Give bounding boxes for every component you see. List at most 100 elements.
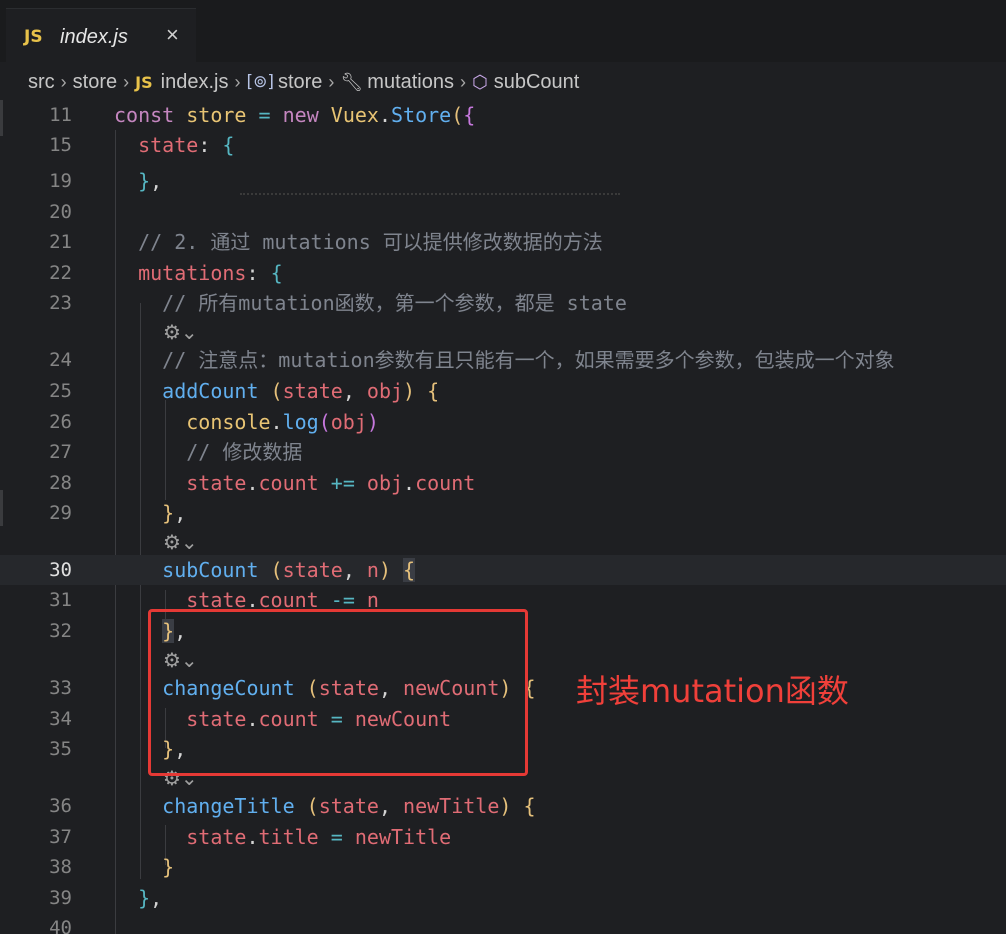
code-line[interactable]: 38 } xyxy=(0,852,1006,882)
method-cube-icon: ⬡ xyxy=(472,71,488,93)
token-operator: = xyxy=(330,825,343,849)
line-number: 24 xyxy=(49,349,72,371)
code-line[interactable]: 25 addCount (state, obj) { xyxy=(0,376,1006,406)
token-punctuation: . xyxy=(246,471,259,495)
token-operator: += xyxy=(330,471,355,495)
token-property: count xyxy=(258,471,319,495)
code-line[interactable]: 29 }, xyxy=(0,498,1006,528)
ai-suggestion-icon[interactable]: ⚙︎⌄ xyxy=(163,320,198,344)
code-line[interactable]: 23 // 所有mutation函数，第一个参数，都是 state xyxy=(0,288,1006,318)
line-number: 26 xyxy=(49,411,72,433)
token-property: title xyxy=(258,825,319,849)
breadcrumb: src › store › JS index.js › [⊚] store › … xyxy=(28,64,579,100)
line-number: 30 xyxy=(49,559,72,581)
token-bracket: } xyxy=(162,855,175,879)
line-number: 33 xyxy=(49,677,72,699)
code-line[interactable]: 39 }, xyxy=(0,883,1006,913)
token-bracket: { xyxy=(270,261,283,285)
token-parameter: obj xyxy=(366,471,404,495)
code-line[interactable]: 24 // 注意点：mutation参数有且只能有一个，如果需要多个参数，包装成… xyxy=(0,345,1006,375)
token-bracket: { xyxy=(427,379,440,403)
token-punctuation: . xyxy=(378,103,392,127)
line-number: 37 xyxy=(49,826,72,848)
close-icon[interactable]: × xyxy=(166,22,179,48)
js-file-icon: JS xyxy=(135,72,153,92)
line-number: 36 xyxy=(49,795,72,817)
token-punctuation: . xyxy=(403,471,416,495)
token-variable: Vuex xyxy=(330,103,379,127)
breadcrumb-item-store-var[interactable]: store xyxy=(278,71,322,94)
token-comment: // 修改数据 xyxy=(186,440,303,464)
token-comment: // 所有mutation函数，第一个参数，都是 state xyxy=(162,291,627,315)
breadcrumb-item-src[interactable]: src xyxy=(28,71,55,94)
line-number: 20 xyxy=(49,201,72,223)
token-variable: console xyxy=(186,410,271,434)
token-parameter: obj xyxy=(330,410,367,434)
breadcrumb-item-mutations[interactable]: mutations xyxy=(367,71,454,94)
line-number: 25 xyxy=(49,380,72,402)
token-keyword: const xyxy=(114,103,175,127)
token-bracket: ( xyxy=(270,379,283,403)
token-parameter: state xyxy=(186,471,247,495)
line-number: 40 xyxy=(49,917,72,934)
token-bracket: { xyxy=(222,133,235,157)
code-line[interactable]: 36 changeTitle (state, newTitle) { xyxy=(0,791,1006,821)
token-bracket: } xyxy=(162,501,175,525)
line-number: 21 xyxy=(49,231,72,253)
token-punctuation: : xyxy=(246,261,259,285)
token-bracket: ) xyxy=(403,379,416,403)
code-line[interactable]: 20 xyxy=(0,197,1006,227)
code-line[interactable]: 26 console.log(obj) xyxy=(0,407,1006,437)
tab-title: index.js xyxy=(60,26,128,48)
line-number: 28 xyxy=(49,472,72,494)
token-comment: // 注意点：mutation参数有且只能有一个，如果需要多个参数，包装成一个对… xyxy=(162,348,895,372)
token-property: state xyxy=(138,133,199,157)
breadcrumb-item-file[interactable]: index.js xyxy=(161,71,229,94)
code-line[interactable]: 19 }, xyxy=(0,166,1006,196)
code-line[interactable]: 40 xyxy=(0,913,1006,934)
token-bracket: ( xyxy=(451,103,464,127)
line-number: 38 xyxy=(49,856,72,878)
code-line[interactable]: 28 state.count += obj.count xyxy=(0,468,1006,498)
token-bracket: ) xyxy=(366,410,379,434)
token-keyword: new xyxy=(282,103,319,127)
token-bracket: } xyxy=(138,886,151,910)
token-punctuation: , xyxy=(150,169,163,193)
token-parameter: n xyxy=(366,558,379,582)
ai-suggestion-icon[interactable]: ⚙︎⌄ xyxy=(163,530,198,554)
line-number: 27 xyxy=(49,441,72,463)
tab-index-js[interactable]: JS index.js × xyxy=(6,8,196,65)
token-punctuation: , xyxy=(174,501,187,525)
token-parameter: state xyxy=(186,825,247,849)
token-parameter: state xyxy=(318,794,379,818)
token-function: Store xyxy=(391,103,452,127)
code-line[interactable]: 15 state: { xyxy=(0,130,1006,195)
token-function: addCount xyxy=(162,379,259,403)
line-number: 31 xyxy=(49,589,72,611)
token-punctuation: , xyxy=(342,379,355,403)
chevron-right-icon: › xyxy=(60,71,67,92)
token-bracket: ( xyxy=(318,410,331,434)
token-comment: // 2. 通过 mutations 可以提供修改数据的方法 xyxy=(138,230,603,254)
variable-icon: [⊚] xyxy=(246,72,274,92)
token-punctuation: . xyxy=(270,410,283,434)
code-line[interactable]: 27 // 修改数据 xyxy=(0,437,1006,467)
token-parameter: state xyxy=(282,379,343,403)
code-line[interactable]: 11 const store = new Vuex.Store({ xyxy=(0,100,1006,130)
code-line[interactable]: 37 state.title = newTitle xyxy=(0,822,1006,852)
line-number: 22 xyxy=(49,262,72,284)
code-editor[interactable]: 11 const store = new Vuex.Store({ 15 sta… xyxy=(0,100,1006,934)
token-function: subCount xyxy=(162,558,259,582)
code-line[interactable]: 21 // 2. 通过 mutations 可以提供修改数据的方法 xyxy=(0,227,1006,257)
line-number: 11 xyxy=(49,104,72,126)
code-line[interactable]: 22 mutations: { xyxy=(0,258,1006,288)
token-parameter: newTitle xyxy=(354,825,452,849)
token-bracket: ) xyxy=(378,558,391,582)
line-number: 32 xyxy=(49,620,72,642)
chevron-right-icon: › xyxy=(123,71,130,92)
line-number: 15 xyxy=(49,134,72,156)
breadcrumb-item-store-folder[interactable]: store xyxy=(73,71,117,94)
breadcrumb-item-subcount[interactable]: subCount xyxy=(494,71,580,94)
token-variable: store xyxy=(186,103,247,127)
code-line-active[interactable]: 30 subCount (state, n) { xyxy=(0,555,1006,585)
